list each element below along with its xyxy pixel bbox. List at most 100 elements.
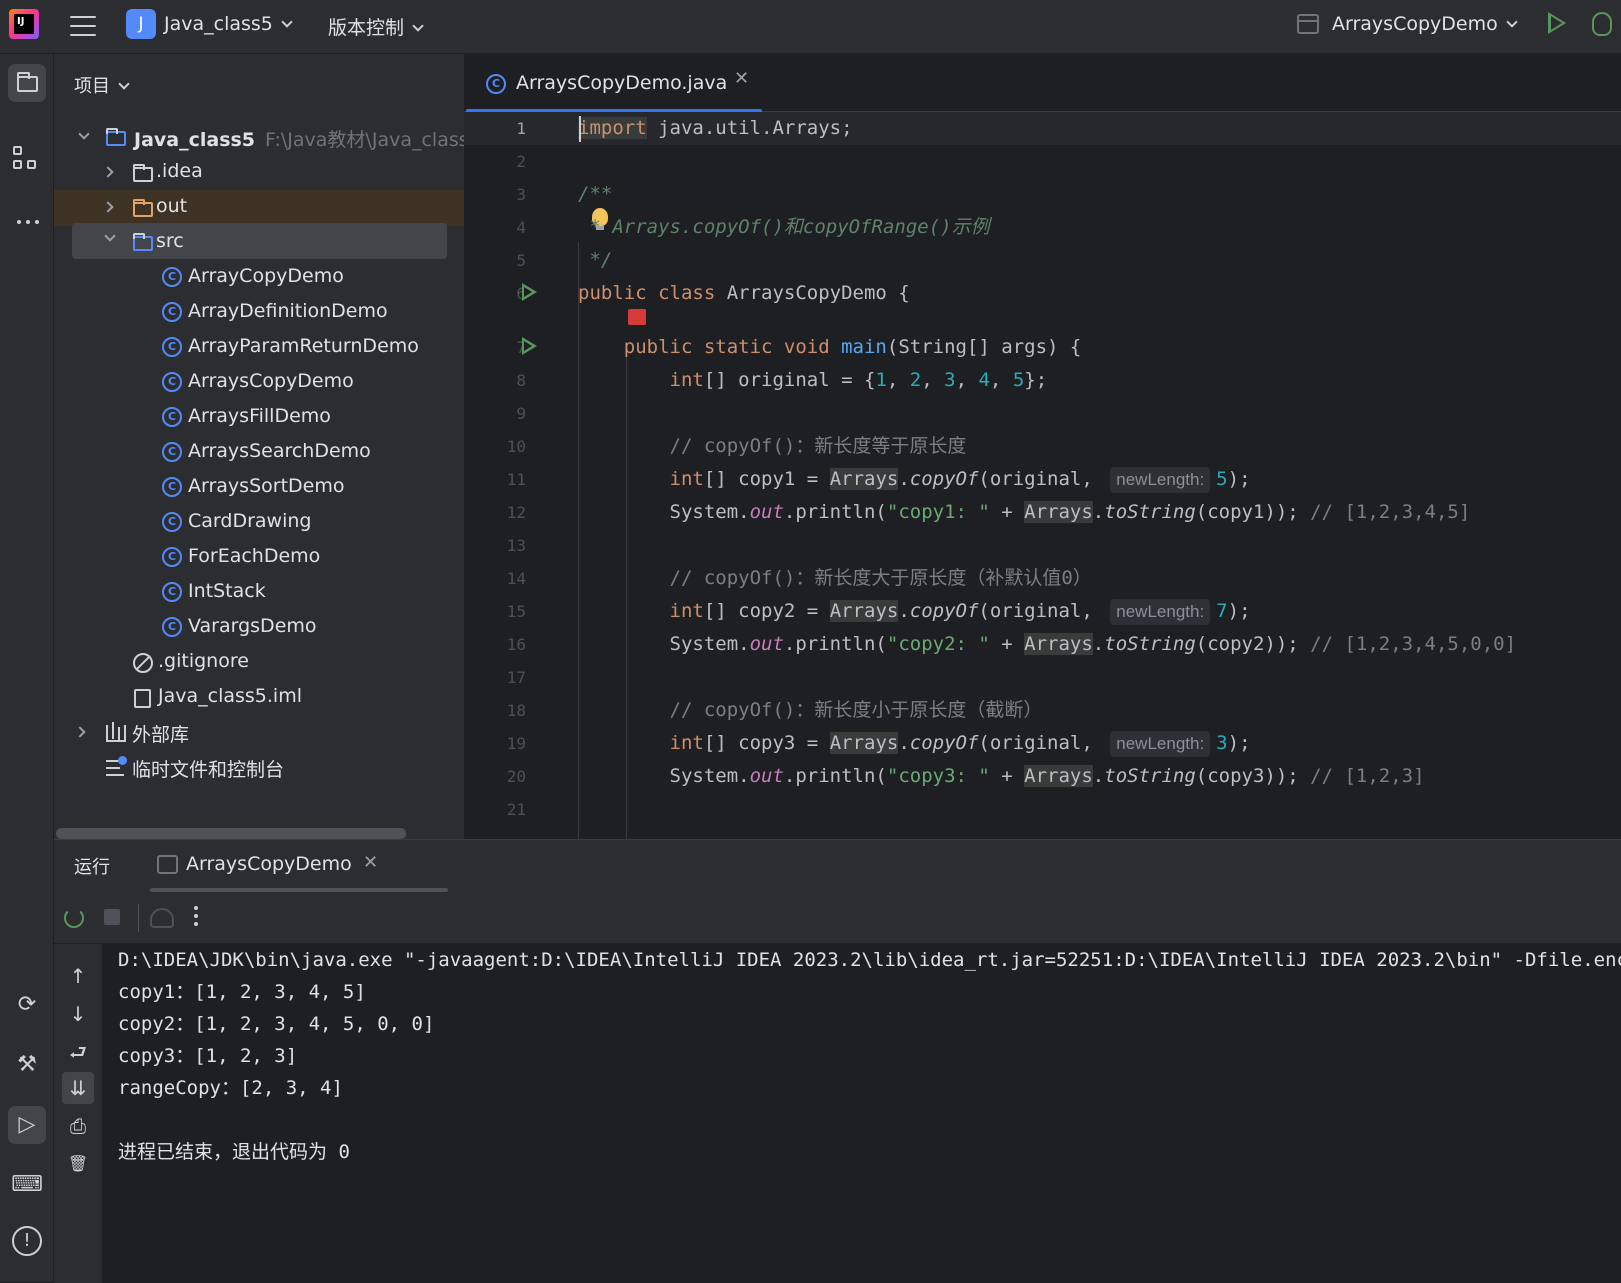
project-tool-button[interactable] <box>8 64 46 102</box>
tree-item-path: F:\Java教材\Java_class5 <box>265 129 481 151</box>
tree-item-root[interactable]: Java_class5 F:\Java教材\Java_class5 <box>54 120 481 156</box>
project-selector[interactable]: Java_class5 <box>164 13 293 35</box>
line-number: 17 <box>506 668 526 687</box>
line-number: 2 <box>516 152 526 171</box>
chevron-right-icon[interactable] <box>102 201 114 213</box>
down-arrow-icon[interactable]: ↓ <box>66 1002 90 1026</box>
chevron-down-icon[interactable] <box>104 230 116 242</box>
tree-item-class[interactable]: C CardDrawing <box>54 505 464 541</box>
tree-item-class[interactable]: C ArrayCopyDemo <box>54 260 464 296</box>
code-line-8: int[] original = {1, 2, 3, 4, 5}; <box>578 369 1048 391</box>
tree-item-external-libraries[interactable]: 外部库 <box>54 715 464 751</box>
line-number: 11 <box>506 470 526 489</box>
trash-icon[interactable]: 🗑 <box>66 1152 90 1176</box>
tree-item-class[interactable]: C ArraysCopyDemo <box>54 365 464 401</box>
run-main-gutter-icon[interactable] <box>522 337 537 355</box>
structure-tool-button[interactable] <box>8 142 46 180</box>
tree-item-label: Java_class5.iml <box>158 685 302 707</box>
tree-item-class[interactable]: C VarargsDemo <box>54 610 464 646</box>
project-panel-header[interactable]: 项目 <box>74 72 130 98</box>
tree-item-class[interactable]: C IntStack <box>54 575 464 611</box>
code-area[interactable]: import java.util.Arrays; /** * Arrays.co… <box>578 112 1621 839</box>
chevron-right-icon[interactable] <box>74 726 86 738</box>
tree-item-label: 外部库 <box>132 724 190 746</box>
code-line-15: int[] copy2 = Arrays.copyOf(original, ne… <box>578 595 1251 628</box>
profiler-icon[interactable] <box>150 908 174 928</box>
build-icon[interactable]: ⚒ <box>8 1046 46 1084</box>
console-line: D:\IDEA\JDK\bin\java.exe "-javaagent:D:\… <box>118 949 1621 971</box>
chevron-down-icon[interactable] <box>78 128 90 140</box>
line-number: 3 <box>516 185 526 204</box>
tree-item-label: .idea <box>156 160 203 182</box>
code-line-6: public class ArraysCopyDemo { <box>578 282 910 304</box>
rerun-icon[interactable] <box>64 908 84 928</box>
services-icon[interactable]: ⟳ <box>8 986 46 1024</box>
tree-item-src[interactable]: src <box>72 223 447 259</box>
line-number: 4 <box>516 218 526 237</box>
tree-item-iml[interactable]: Java_class5.iml <box>54 680 464 716</box>
class-icon: C <box>162 372 182 392</box>
close-icon[interactable]: ✕ <box>734 68 749 89</box>
chevron-down-icon <box>1506 16 1518 28</box>
class-icon: C <box>162 477 182 497</box>
main-menu-icon[interactable] <box>70 13 96 39</box>
run-tab-arrays-copy-demo[interactable]: ArraysCopyDemo ✕ <box>54 840 448 892</box>
line-number: 18 <box>506 701 526 720</box>
tree-item-label: CardDrawing <box>188 510 312 532</box>
console-output[interactable]: D:\IDEA\JDK\bin\java.exe "-javaagent:D:\… <box>118 944 1621 1283</box>
close-icon[interactable]: ✕ <box>363 852 378 873</box>
tree-item-class[interactable]: C ArrayParamReturnDemo <box>54 330 464 366</box>
soft-wrap-icon[interactable]: ⮐ <box>66 1040 90 1064</box>
line-number: 20 <box>506 767 526 786</box>
class-icon: C <box>162 617 182 637</box>
stop-icon[interactable] <box>104 909 120 925</box>
tree-item-class[interactable]: C ArraysFillDemo <box>54 400 464 436</box>
ignored-file-icon <box>133 653 153 673</box>
logo-text: IJ <box>17 16 25 27</box>
run-tool-icon[interactable]: ▷ <box>8 1106 46 1144</box>
run-config-icon <box>157 855 178 874</box>
line-number: 19 <box>506 734 526 753</box>
chevron-down-icon <box>281 16 293 28</box>
intellij-logo-icon[interactable]: IJ <box>9 9 39 39</box>
tree-item-class[interactable]: C ArraysSortDemo <box>54 470 464 506</box>
console-line: copy2：[1, 2, 3, 4, 5, 0, 0] <box>118 1013 435 1035</box>
chevron-right-icon[interactable] <box>102 166 114 178</box>
code-line-3: /** <box>578 183 613 205</box>
run-config-selector[interactable]: ArraysCopyDemo <box>1332 13 1518 35</box>
run-icon[interactable] <box>1548 12 1566 34</box>
horizontal-scrollbar[interactable] <box>56 828 406 839</box>
main-toolbar: IJ J Java_class5 版本控制 ArraysCopyDemo <box>0 0 1621 54</box>
debug-icon[interactable] <box>1592 12 1612 36</box>
source-folder-icon <box>133 233 153 251</box>
tree-item-label: IntStack <box>188 580 266 602</box>
up-arrow-icon[interactable]: ↑ <box>66 964 90 988</box>
run-class-gutter-icon[interactable] <box>522 283 537 301</box>
tree-item-idea[interactable]: .idea <box>54 155 464 191</box>
code-line-7: public static void main(String[] args) { <box>578 336 1082 358</box>
tree-item-out[interactable]: out <box>54 190 464 226</box>
tab-arrays-copy-demo[interactable]: C ArraysCopyDemo.java ✕ <box>464 54 762 113</box>
tree-item-label: ArrayDefinitionDemo <box>188 300 388 322</box>
line-number: 14 <box>506 569 526 588</box>
library-icon <box>106 722 126 742</box>
line-number: 9 <box>516 404 526 423</box>
more-tools-button[interactable] <box>8 204 46 242</box>
project-badge-icon[interactable]: J <box>126 9 156 39</box>
ai-assistant-icon[interactable] <box>628 309 646 325</box>
vcs-menu[interactable]: 版本控制 <box>328 13 424 40</box>
tree-item-class[interactable]: C ArrayDefinitionDemo <box>54 295 464 331</box>
tree-item-label: src <box>156 230 184 252</box>
problems-icon[interactable]: ! <box>12 1226 42 1256</box>
tree-item-scratches[interactable]: 临时文件和控制台 <box>54 750 464 786</box>
tree-item-class[interactable]: C ForEachDemo <box>54 540 464 576</box>
scroll-to-end-icon[interactable]: ⇊ <box>62 1072 94 1104</box>
project-panel-title: 项目 <box>74 76 110 97</box>
tree-item-class[interactable]: C ArraysSearchDemo <box>54 435 464 471</box>
terminal-icon[interactable]: ⌨ <box>8 1166 46 1204</box>
tree-item-gitignore[interactable]: .gitignore <box>54 645 464 681</box>
code-line-19: int[] copy3 = Arrays.copyOf(original, ne… <box>578 727 1251 760</box>
more-options-icon[interactable] <box>194 906 198 926</box>
print-icon[interactable]: ⎙ <box>66 1114 90 1138</box>
console-line: 进程已结束，退出代码为 0 <box>118 1141 350 1163</box>
